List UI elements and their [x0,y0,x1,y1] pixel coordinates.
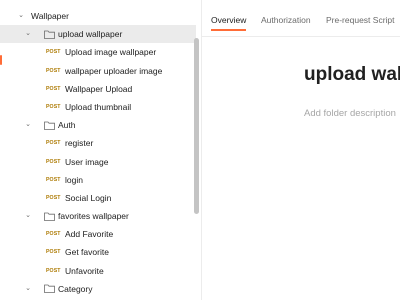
request-row[interactable]: POST Upload thumbnail [0,98,196,116]
method-badge: POST [46,249,61,256]
folder-name: Auth [58,120,76,131]
chevron-down-icon[interactable]: ⌄ [23,25,33,43]
request-row[interactable]: POST Add Favorite [0,225,196,243]
method-badge: POST [46,49,61,56]
request-name: Add Favorite [65,229,114,240]
folder-row-auth[interactable]: ⌄ Auth [0,116,196,134]
request-row[interactable]: POST Upload image wallpaper [0,43,196,61]
request-name: User image [65,156,109,167]
request-row[interactable]: POST User image [0,153,196,171]
request-row[interactable]: POST wallpaper uploader image [0,62,196,80]
collection-row-wallpaper[interactable]: ⌄ Wallpaper [0,7,196,25]
folder-row-favorites-wallpaper[interactable]: ⌄ favorites wallpaper [0,207,196,225]
request-name: register [65,138,94,149]
request-row[interactable]: POST Get favorite [0,243,196,261]
request-row[interactable]: POST Wallpaper Upload [0,80,196,98]
folder-description-field[interactable]: Add folder description [304,108,396,119]
method-badge: POST [46,194,61,201]
request-name: wallpaper uploader image [65,65,163,76]
chevron-down-icon[interactable]: ⌄ [23,207,33,225]
folder-icon [44,284,55,294]
request-name: Upload thumbnail [65,101,132,112]
page-title[interactable]: upload wal [304,64,400,86]
request-row[interactable]: POST Social Login [0,189,196,207]
method-badge: POST [46,158,61,165]
folder-icon [44,30,55,39]
method-badge: POST [46,231,61,238]
folder-icon [44,212,55,221]
request-row[interactable]: POST register [0,134,196,152]
method-badge: POST [46,176,61,183]
chevron-down-icon[interactable]: ⌄ [16,7,26,25]
chevron-down-icon[interactable]: ⌄ [23,280,33,298]
method-badge: POST [46,267,61,274]
method-badge: POST [46,140,61,147]
folder-row-category[interactable]: ⌄ Category [0,280,196,298]
tab-bar: Overview Authorization Pre-request Scrip… [202,0,400,37]
method-badge: POST [46,67,61,74]
request-name: Unfavorite [65,265,104,276]
tab-overview[interactable]: Overview [211,15,246,25]
collection-name: Wallpaper [31,11,69,21]
active-tab-indicator [211,29,246,31]
chevron-down-icon[interactable]: ⌄ [23,116,33,134]
folder-name: upload wallpaper [58,29,123,40]
request-name: Get favorite [65,247,109,258]
request-row[interactable]: POST Unfavorite [0,262,196,280]
request-row[interactable]: POST login [0,171,196,189]
folder-name: Category [58,283,93,294]
sidebar: ⌄ Wallpaper ⌄ upload wallpaper POST Uplo… [0,0,202,300]
sidebar-scrollbar[interactable] [194,38,199,214]
tab-pre-request-script[interactable]: Pre-request Script [326,15,395,25]
folder-row-upload-wallpaper[interactable]: ⌄ upload wallpaper [0,25,196,44]
folder-name: favorites wallpaper [58,211,129,222]
method-badge: POST [46,85,61,92]
collection-tree: ⌄ Wallpaper ⌄ upload wallpaper POST Uplo… [0,7,196,298]
request-name: Social Login [65,192,112,203]
tab-authorization[interactable]: Authorization [261,15,311,25]
request-name: Wallpaper Upload [65,83,133,94]
folder-icon [44,121,55,130]
method-badge: POST [46,103,61,110]
request-name: Upload image wallpaper [65,47,157,58]
request-name: login [65,174,83,185]
